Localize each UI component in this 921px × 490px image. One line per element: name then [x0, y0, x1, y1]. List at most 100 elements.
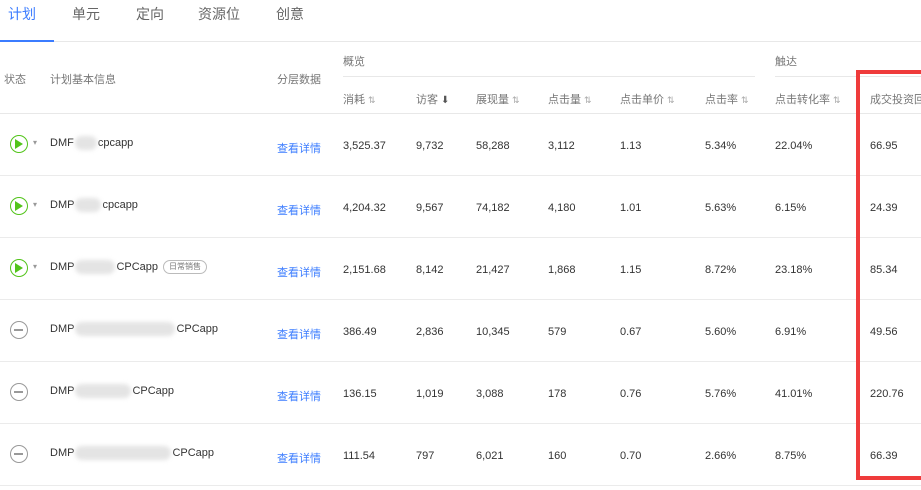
cell-visitors: 8,142	[416, 264, 444, 276]
tab-bar: 计划 单元 定向 资源位 创意	[0, 0, 921, 42]
cell-clicks: 4,180	[548, 202, 576, 214]
cell-conversion: 6.91%	[775, 326, 807, 338]
header-group-overview: 概览	[343, 56, 365, 68]
cell-cost: 3,525.37	[343, 140, 386, 152]
sort-icon: ⇅	[667, 95, 675, 105]
header-group-reach: 触达	[775, 56, 797, 68]
view-details-link[interactable]: 查看详情	[277, 202, 321, 218]
table-row: DMP CPCapp 查看详情 136.15 1,019 3,088 178 0.…	[0, 362, 921, 424]
col-header-cpc[interactable]: 点击单价 ⇅	[620, 91, 675, 107]
cell-ctr: 2.66%	[705, 450, 737, 462]
plan-name[interactable]: DMP CPCapp	[50, 384, 174, 398]
sort-icon: ⇅	[741, 95, 749, 105]
col-header-visitors[interactable]: 访客 ⬇	[416, 91, 449, 107]
play-status-icon[interactable]	[10, 197, 28, 215]
sort-desc-icon: ⬇	[441, 95, 450, 106]
cell-ctr: 5.60%	[705, 326, 737, 338]
header-status: 状态	[4, 74, 26, 86]
table-row: ▾ DMP CPCapp 日常销售 查看详情 2,151.68 8,142 21,4…	[0, 238, 921, 300]
view-details-link[interactable]: 查看详情	[277, 264, 321, 280]
redacted-name-segment	[75, 198, 102, 212]
cell-impressions: 58,288	[476, 140, 510, 152]
paused-status-icon[interactable]	[10, 321, 28, 339]
tab-placement[interactable]: 资源位	[198, 4, 240, 24]
cell-clicks: 3,112	[548, 140, 575, 152]
sort-icon: ⇅	[833, 95, 841, 105]
redacted-name-segment	[75, 260, 116, 274]
cell-cost: 386.49	[343, 326, 377, 338]
cell-conversion: 22.04%	[775, 140, 813, 152]
cell-visitors: 9,732	[416, 140, 444, 152]
cell-impressions: 74,182	[476, 202, 510, 214]
cell-ctr: 5.76%	[705, 388, 737, 400]
cell-clicks: 1,868	[548, 264, 576, 276]
paused-status-icon[interactable]	[10, 383, 28, 401]
cell-impressions: 6,021	[476, 450, 504, 462]
view-details-link[interactable]: 查看详情	[277, 388, 321, 404]
cell-cpc: 0.70	[620, 450, 642, 462]
cell-visitors: 797	[416, 450, 435, 462]
header-layer-data: 分层数据	[277, 74, 321, 86]
cell-visitors: 2,836	[416, 326, 444, 338]
redacted-name-segment	[75, 384, 132, 398]
cell-clicks: 579	[548, 326, 567, 338]
cell-clicks: 178	[548, 388, 567, 400]
view-details-link[interactable]: 查看详情	[277, 326, 321, 342]
header-plan-info: 计划基本信息	[50, 74, 116, 86]
view-details-link[interactable]: 查看详情	[277, 450, 321, 466]
view-details-link[interactable]: 查看详情	[277, 140, 321, 156]
plan-name[interactable]: DMP cpcapp	[50, 198, 138, 212]
table-row: DMP CPCapp 查看详情 111.54 797 6,021 160 0.70…	[0, 424, 921, 486]
sort-icon: ⇅	[368, 95, 376, 105]
plan-tag: 日常销售	[163, 260, 208, 274]
cell-impressions: 3,088	[476, 388, 504, 400]
cell-cost: 136.15	[343, 388, 377, 400]
cell-cpc: 1.15	[620, 264, 642, 276]
play-status-icon[interactable]	[10, 135, 28, 153]
sort-icon: ⇅	[584, 95, 592, 105]
chevron-down-icon[interactable]: ▾	[33, 138, 37, 147]
cell-ctr: 5.63%	[705, 202, 737, 214]
cell-cost: 2,151.68	[343, 264, 386, 276]
cell-clicks: 160	[548, 450, 567, 462]
cell-impressions: 10,345	[476, 326, 510, 338]
paused-status-icon[interactable]	[10, 445, 28, 463]
cell-conversion: 6.15%	[775, 202, 807, 214]
chevron-down-icon[interactable]: ▾	[33, 200, 37, 209]
cell-conversion: 23.18%	[775, 264, 813, 276]
redacted-name-segment	[74, 136, 97, 150]
cell-conversion: 41.01%	[775, 388, 813, 400]
cell-visitors: 9,567	[416, 202, 444, 214]
cell-cpc: 1.13	[620, 140, 642, 152]
cell-cost: 4,204.32	[343, 202, 386, 214]
active-tab-indicator	[0, 40, 54, 42]
redacted-name-segment	[75, 322, 176, 336]
table-row: ▾ DMP cpcapp 查看详情 4,204.32 9,567 74,182 4…	[0, 176, 921, 238]
plan-name[interactable]: DMP CPCapp 日常销售	[50, 260, 208, 274]
table-row: ▾ DMF cpcapp 查看详情 3,525.37 9,732 58,288 3…	[0, 114, 921, 176]
table-row: DMP CPCapp 查看详情 386.49 2,836 10,345 579 0…	[0, 300, 921, 362]
tab-plan[interactable]: 计划	[8, 4, 36, 24]
plan-name[interactable]: DMP CPCapp	[50, 322, 218, 336]
plan-name[interactable]: DMF cpcapp	[50, 136, 133, 150]
roi-column-highlight	[856, 70, 921, 480]
col-header-cost[interactable]: 消耗 ⇅	[343, 91, 376, 107]
play-status-icon[interactable]	[10, 259, 28, 277]
cell-cpc: 1.01	[620, 202, 642, 214]
cell-cpc: 0.67	[620, 326, 642, 338]
plan-name[interactable]: DMP CPCapp	[50, 446, 214, 460]
chevron-down-icon[interactable]: ▾	[33, 262, 37, 271]
redacted-name-segment	[75, 446, 172, 460]
tab-creative[interactable]: 创意	[276, 4, 304, 24]
col-header-conversion[interactable]: 点击转化率 ⇅	[775, 91, 841, 107]
col-header-ctr[interactable]: 点击率 ⇅	[705, 91, 749, 107]
col-header-impressions[interactable]: 展现量 ⇅	[476, 91, 520, 107]
cell-cost: 111.54	[343, 450, 376, 462]
cell-impressions: 21,427	[476, 264, 510, 276]
cell-conversion: 8.75%	[775, 450, 807, 462]
cell-ctr: 5.34%	[705, 140, 737, 152]
sort-icon: ⇅	[512, 95, 520, 105]
tab-unit[interactable]: 单元	[72, 4, 100, 24]
col-header-clicks[interactable]: 点击量 ⇅	[548, 91, 592, 107]
tab-targeting[interactable]: 定向	[136, 4, 164, 24]
